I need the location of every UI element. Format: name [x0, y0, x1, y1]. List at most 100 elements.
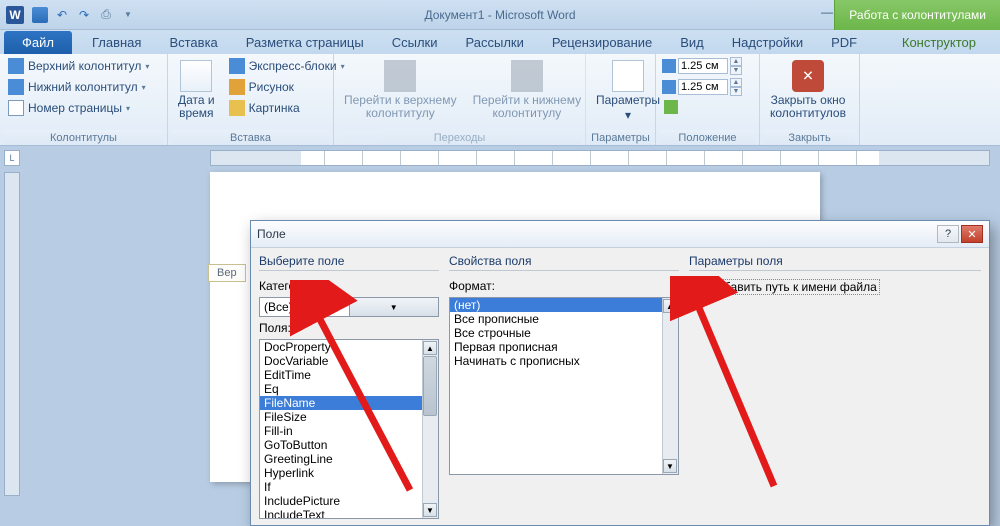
- list-item[interactable]: IncludePicture: [260, 494, 422, 508]
- tab-mailings[interactable]: Рассылки: [452, 31, 538, 54]
- fields-listbox[interactable]: DocPropertyDocVariableEditTimeEqFileName…: [259, 339, 439, 519]
- header-from-top-input[interactable]: [678, 58, 728, 74]
- header-area-tab: Вер: [208, 264, 246, 282]
- group-options: Параметры ▾ Параметры: [586, 54, 656, 145]
- quick-parts-label: Экспресс-блоки: [249, 59, 337, 73]
- list-item[interactable]: If: [260, 480, 422, 494]
- close-button[interactable]: ✕: [961, 225, 983, 243]
- quick-parts-button[interactable]: Экспресс-блоки▾: [225, 56, 349, 76]
- tab-addins[interactable]: Надстройки: [718, 31, 817, 54]
- group-headers-footers: Верхний колонтитул▾ Нижний колонтитул▾ Н…: [0, 54, 168, 145]
- undo-button[interactable]: ↶: [52, 5, 72, 25]
- options-icon: [612, 60, 644, 92]
- dialog-titlebar[interactable]: Поле ? ✕: [251, 221, 989, 248]
- list-item[interactable]: Первая прописная: [450, 340, 662, 354]
- clipart-icon: [229, 100, 245, 116]
- dialog-title: Поле: [257, 227, 286, 241]
- tab-references[interactable]: Ссылки: [378, 31, 452, 54]
- print-button[interactable]: ⎙: [96, 5, 116, 25]
- list-item[interactable]: FileSize: [260, 410, 422, 424]
- tab-view[interactable]: Вид: [666, 31, 718, 54]
- redo-button[interactable]: ↷: [74, 5, 94, 25]
- group-label: Колонтитулы: [4, 130, 163, 145]
- list-item[interactable]: Eq: [260, 382, 422, 396]
- tab-home[interactable]: Главная: [78, 31, 155, 54]
- list-item[interactable]: Все строчные: [450, 326, 662, 340]
- header-from-top[interactable]: ▲▼: [660, 56, 744, 76]
- footer-from-bottom[interactable]: ▲▼: [660, 77, 744, 97]
- tab-pdf[interactable]: PDF: [817, 31, 871, 54]
- list-item[interactable]: DocProperty: [260, 340, 422, 354]
- list-item[interactable]: FileName: [260, 396, 422, 410]
- printer-icon: ⎙: [101, 7, 111, 22]
- clipart-button[interactable]: Картинка: [225, 98, 349, 118]
- picture-button[interactable]: Рисунок: [225, 77, 349, 97]
- chevron-down-icon: ▼: [124, 10, 132, 19]
- list-item[interactable]: IncludeText: [260, 508, 422, 519]
- add-path-checkbox[interactable]: [689, 281, 702, 294]
- save-button[interactable]: [30, 5, 50, 25]
- goto-header-button[interactable]: Перейти к верхнему колонтитулу: [338, 56, 463, 124]
- qat-customize[interactable]: ▼: [118, 5, 138, 25]
- redo-icon: ↷: [79, 8, 89, 22]
- file-tab[interactable]: Файл: [4, 31, 72, 54]
- goto-footer-button[interactable]: Перейти к нижнему колонтитулу: [467, 56, 588, 124]
- calendar-icon: [180, 60, 212, 92]
- tab-design-context[interactable]: Конструктор: [888, 31, 990, 54]
- header-icon: [8, 58, 24, 74]
- scroll-up[interactable]: ▲: [423, 341, 437, 355]
- list-item[interactable]: Hyperlink: [260, 466, 422, 480]
- spin-up[interactable]: ▲: [730, 57, 742, 66]
- list-item[interactable]: DocVariable: [260, 354, 422, 368]
- chevron-down-icon[interactable]: ▼: [349, 298, 439, 316]
- titlebar: W ↶ ↷ ⎙ ▼ Документ1 - Microsoft Word — Р…: [0, 0, 1000, 30]
- contextual-tab-header: Работа с колонтитулами: [834, 0, 1000, 30]
- header-button[interactable]: Верхний колонтитул▾: [4, 56, 163, 76]
- tab-insert[interactable]: Вставка: [155, 31, 231, 54]
- spin-down[interactable]: ▼: [730, 66, 742, 75]
- scroll-down[interactable]: ▼: [663, 459, 677, 473]
- format-listbox[interactable]: (нет)Все прописныеВсе строчныеПервая про…: [449, 297, 679, 475]
- spin-up[interactable]: ▲: [730, 78, 742, 87]
- section-title: Свойства поля: [449, 254, 679, 271]
- scroll-down[interactable]: ▼: [423, 503, 437, 517]
- help-button[interactable]: ?: [937, 225, 959, 243]
- tab-review[interactable]: Рецензирование: [538, 31, 666, 54]
- save-icon: [32, 7, 48, 23]
- page-number-label: Номер страницы: [28, 101, 122, 115]
- chevron-down-icon: ▾: [625, 109, 631, 122]
- picture-label: Рисунок: [249, 80, 294, 94]
- close-header-footer-button[interactable]: Закрыть окно колонтитулов: [764, 56, 852, 124]
- scroll-thumb[interactable]: [423, 356, 437, 416]
- list-item[interactable]: GoToButton: [260, 438, 422, 452]
- scroll-up[interactable]: ▲: [663, 299, 677, 313]
- list-item[interactable]: Fill-in: [260, 424, 422, 438]
- tab-pagelayout[interactable]: Разметка страницы: [232, 31, 378, 54]
- footer-from-bottom-input[interactable]: [678, 79, 728, 95]
- ribbon: Верхний колонтитул▾ Нижний колонтитул▾ Н…: [0, 54, 1000, 146]
- group-label: Положение: [660, 130, 755, 145]
- group-insert: Дата и время Экспресс-блоки▾ Рисунок Кар…: [168, 54, 334, 145]
- footer-button[interactable]: Нижний колонтитул▾: [4, 77, 163, 97]
- page-number-button[interactable]: Номер страницы▾: [4, 98, 163, 118]
- spin-down[interactable]: ▼: [730, 87, 742, 96]
- vertical-ruler[interactable]: [4, 172, 20, 496]
- options-label: Параметры: [596, 94, 660, 107]
- quick-access-toolbar: ↶ ↷ ⎙ ▼: [30, 5, 138, 25]
- section-title: Выберите поле: [259, 254, 439, 271]
- date-time-button[interactable]: Дата и время: [172, 56, 221, 124]
- options-button[interactable]: Параметры ▾: [590, 56, 666, 126]
- add-path-option[interactable]: Добавить путь к имени файла: [689, 279, 981, 295]
- page-number-icon: [8, 100, 24, 116]
- horizontal-ruler[interactable]: [210, 150, 990, 166]
- app-icon: W: [6, 6, 24, 24]
- categories-combo[interactable]: (Все) ▼: [259, 297, 439, 317]
- list-item[interactable]: Все прописные: [450, 312, 662, 326]
- list-item[interactable]: GreetingLine: [260, 452, 422, 466]
- scrollbar[interactable]: [662, 298, 678, 474]
- list-item[interactable]: (нет): [450, 298, 662, 312]
- insert-alignment-tab[interactable]: [660, 98, 744, 116]
- list-item[interactable]: EditTime: [260, 368, 422, 382]
- ruler-corner[interactable]: L: [4, 150, 20, 166]
- list-item[interactable]: Начинать с прописных: [450, 354, 662, 368]
